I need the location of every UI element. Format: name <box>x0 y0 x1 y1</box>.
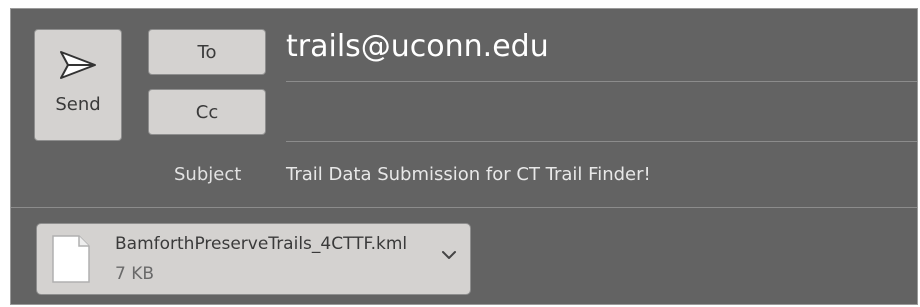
cc-button[interactable]: Cc <box>148 89 266 135</box>
cc-button-label: Cc <box>195 101 219 123</box>
attachment-name: BamforthPreserveTrails_4CTTF.kml <box>115 234 408 254</box>
to-field-underline <box>286 81 917 82</box>
email-compose-window: Send To Cc trails@uconn.edu Subject Trai… <box>10 8 918 305</box>
send-button[interactable]: Send <box>34 29 122 141</box>
to-button-label: To <box>197 41 217 63</box>
subject-label: Subject <box>174 164 242 185</box>
send-button-label: Send <box>55 94 101 115</box>
attachment-card[interactable]: BamforthPreserveTrails_4CTTF.kml 7 KB <box>36 223 471 295</box>
chevron-down-icon[interactable] <box>440 248 458 262</box>
attachments-divider <box>11 207 917 208</box>
to-field[interactable]: trails@uconn.edu <box>286 27 549 67</box>
paper-plane-icon <box>60 51 96 79</box>
to-button[interactable]: To <box>148 29 266 75</box>
subject-field[interactable]: Trail Data Submission for CT Trail Finde… <box>286 161 651 189</box>
cc-field-underline <box>286 141 917 142</box>
attachment-size: 7 KB <box>115 264 155 284</box>
document-icon <box>52 235 90 283</box>
